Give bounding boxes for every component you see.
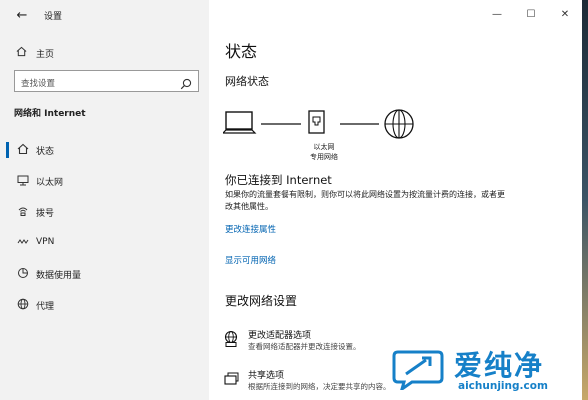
ethernet-port-icon — [308, 110, 325, 134]
sidebar-item-ethernet[interactable]: 以太网 — [0, 166, 209, 197]
search-icon[interactable] — [180, 75, 192, 90]
watermark-brand: 爱纯净 — [454, 349, 545, 382]
main-content: — ☐ ✕ 状态 网络状态 以太网 专用网络 你已连接到 Internet 如果… — [209, 0, 582, 400]
ethernet-icon — [16, 174, 30, 188]
show-available-networks-link[interactable]: 显示可用网络 — [225, 254, 276, 266]
connection-description: 如果你的流量套餐有限制，则你可以将此网络设置为按流量计费的连接，或者更改其他属性… — [225, 190, 505, 211]
watermark: 爱纯净 aichunjing.com — [392, 342, 582, 400]
back-arrow-icon[interactable]: ← — [14, 8, 30, 24]
sidebar-item-label: 拨号 — [36, 209, 55, 219]
home-icon — [16, 46, 27, 60]
sidebar-item-label: VPN — [36, 237, 55, 247]
sidebar-item-home[interactable]: 主页 — [0, 42, 209, 64]
diagram-label-private-network: 专用网络 — [310, 153, 338, 161]
sidebar-item-label: 主页 — [36, 50, 55, 60]
globe-icon — [16, 298, 30, 312]
page-title: 状态 — [225, 42, 258, 61]
computer-icon — [223, 111, 257, 134]
sidebar-item-label: 数据使用量 — [36, 271, 82, 281]
sidebar-item-label: 以太网 — [36, 178, 64, 188]
status-icon — [16, 143, 30, 157]
option-title: 共享选项 — [248, 371, 285, 381]
option-title: 更改适配器选项 — [248, 331, 312, 341]
internet-globe-icon — [384, 109, 414, 139]
title-bar: ← 设置 — [0, 0, 209, 30]
desktop-wallpaper-right — [582, 0, 588, 400]
change-settings-heading: 更改网络设置 — [225, 294, 298, 308]
option-description: 根据所连接到的网络，决定要共享的内容。 — [248, 382, 391, 391]
settings-window: ← 设置 主页 网络和 Internet 状态 — [0, 0, 582, 400]
adapter-icon — [223, 330, 241, 348]
diagram-label-ethernet: 以太网 — [313, 143, 335, 151]
minimize-button[interactable]: — — [480, 0, 514, 30]
dialup-icon — [16, 205, 30, 219]
sidebar-item-proxy[interactable]: 代理 — [0, 290, 209, 321]
watermark-url: aichunjing.com — [458, 380, 548, 392]
data-usage-icon — [16, 267, 30, 281]
sidebar-item-status[interactable]: 状态 — [0, 135, 209, 166]
connected-heading: 你已连接到 Internet — [225, 173, 332, 187]
selected-indicator — [6, 142, 9, 158]
option-description: 查看网络适配器并更改连接设置。 — [248, 342, 361, 351]
network-status-heading: 网络状态 — [225, 75, 269, 88]
vpn-icon — [16, 236, 30, 250]
app-title: 设置 — [44, 12, 63, 22]
sidebar-item-dialup[interactable]: 拨号 — [0, 197, 209, 228]
sidebar: ← 设置 主页 网络和 Internet 状态 — [0, 0, 209, 400]
sidebar-nav: 状态 以太网 拨号 VPN 数据使用量 代理 — [0, 135, 209, 321]
watermark-logo-icon — [392, 350, 444, 390]
section-title: 网络和 Internet — [14, 109, 86, 119]
search-box[interactable] — [14, 70, 199, 94]
sidebar-item-data-usage[interactable]: 数据使用量 — [0, 259, 209, 290]
close-button[interactable]: ✕ — [548, 0, 582, 30]
sidebar-item-vpn[interactable]: VPN — [0, 228, 209, 259]
sidebar-item-label: 代理 — [36, 302, 55, 312]
window-controls: — ☐ ✕ — [480, 0, 582, 30]
search-input[interactable] — [15, 74, 165, 94]
maximize-button[interactable]: ☐ — [514, 0, 548, 30]
sidebar-item-label: 状态 — [36, 147, 55, 157]
change-connection-properties-link[interactable]: 更改连接属性 — [225, 223, 276, 235]
sharing-icon — [223, 370, 241, 388]
